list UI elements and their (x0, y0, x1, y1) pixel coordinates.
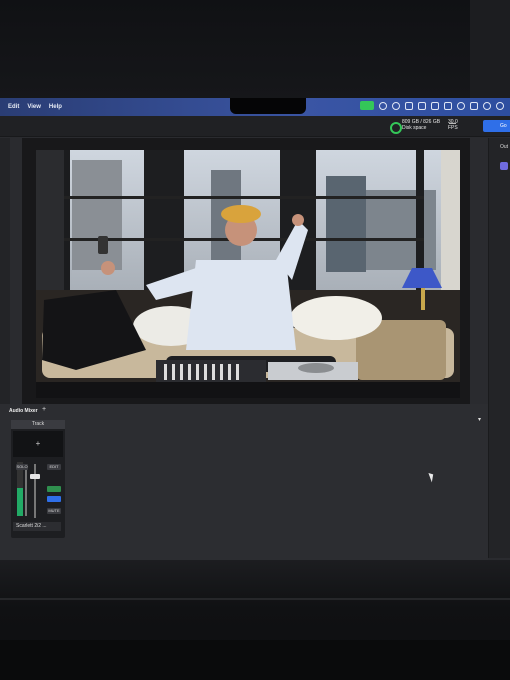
volume-fader-handle[interactable] (30, 474, 40, 479)
volume-fader-track (34, 464, 36, 518)
status-icons (360, 101, 504, 110)
mute-button[interactable]: MUTE (47, 508, 61, 514)
disk-space-readout: 809 GB / 826 GB Disk space (402, 119, 440, 131)
disk-space-label: Disk space (402, 125, 427, 131)
audio-device-selector[interactable]: Scarlett 2i2 ... (13, 522, 61, 531)
wifi-icon[interactable] (483, 101, 491, 110)
chevron-down-icon[interactable]: ▾ (478, 416, 481, 423)
solo-button[interactable]: SOLO (16, 464, 28, 470)
menu-help[interactable]: Help (49, 104, 62, 110)
output-panel (488, 138, 510, 558)
camera-active-icon[interactable] (360, 101, 374, 110)
record-icon[interactable] (379, 101, 387, 110)
camera-preview[interactable] (36, 150, 460, 398)
sync-icon[interactable] (431, 101, 439, 110)
search-icon[interactable] (496, 101, 504, 110)
laptop-bezel-top (0, 0, 510, 100)
screen-icon[interactable] (418, 101, 426, 110)
output-icon[interactable] (500, 162, 508, 170)
battery-icon[interactable] (470, 101, 478, 110)
app-window: Edit View Help 809 GB / 826 GB Disk spac… (0, 98, 510, 560)
audio-mixer-title: Audio Mixer (9, 408, 38, 414)
fps-readout: 30.0 FPS (448, 119, 458, 131)
timer-icon[interactable] (405, 101, 413, 110)
edit-button[interactable]: EDIT (47, 464, 61, 470)
fps-label: FPS (448, 125, 458, 131)
background-wall (470, 0, 510, 100)
disk-usage-ring-icon (390, 122, 402, 134)
output-panel-label: Out (500, 144, 509, 150)
camera-notch (230, 98, 306, 114)
add-audio-source-button[interactable]: + (42, 406, 46, 413)
track-selector[interactable]: Track (11, 420, 65, 429)
go-live-button[interactable]: Go (483, 120, 510, 132)
menu-bar: Edit View Help (0, 98, 510, 116)
grid-icon[interactable] (444, 101, 452, 110)
menu-edit[interactable]: Edit (8, 104, 19, 110)
divider (449, 123, 456, 124)
creative-cloud-icon[interactable] (392, 101, 400, 110)
menu-view[interactable]: View (27, 104, 41, 110)
info-icon[interactable] (457, 101, 465, 110)
level-meter-right (25, 466, 27, 516)
monitor-button[interactable] (47, 496, 61, 502)
link-icon[interactable] (47, 486, 61, 492)
laptop-hinge (0, 598, 510, 600)
camera-preview-image (36, 150, 460, 398)
add-track-button[interactable]: + (13, 431, 63, 457)
keyboard-function-row (0, 640, 510, 680)
level-meter (17, 462, 23, 516)
audio-mixer-panel (0, 404, 488, 560)
